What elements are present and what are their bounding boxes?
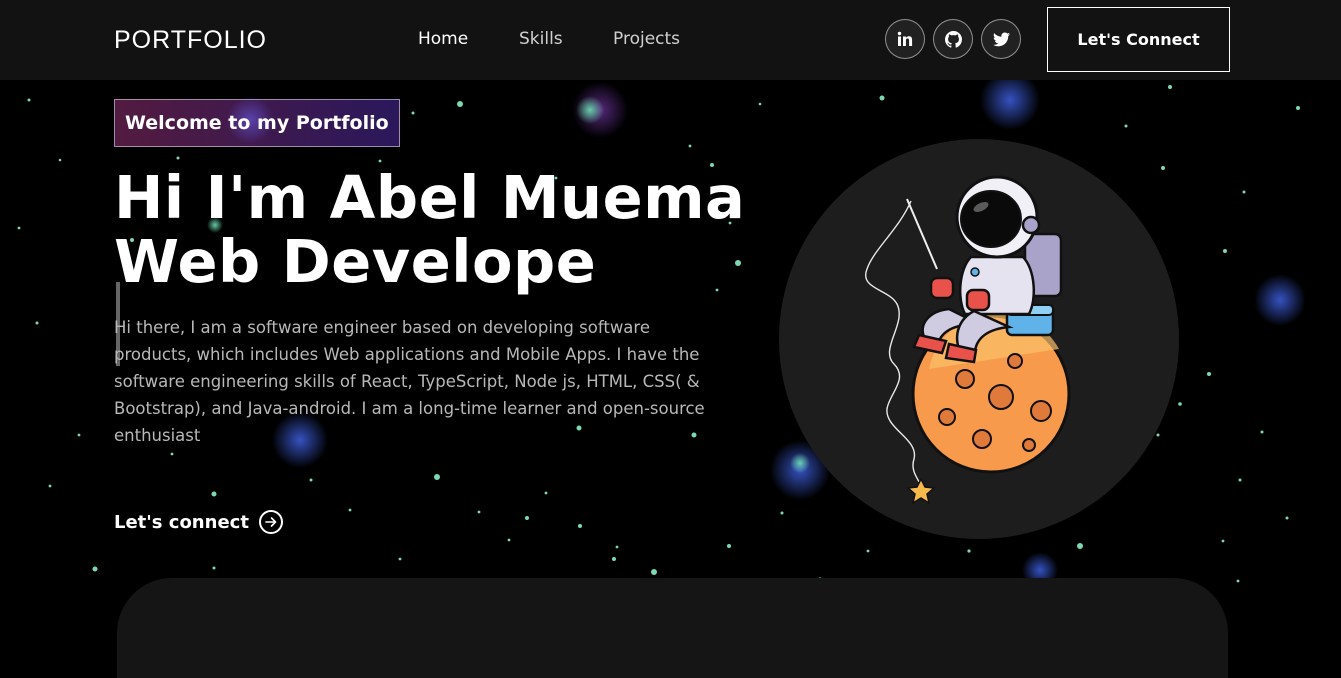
github-link[interactable] — [933, 19, 973, 59]
lets-connect-label: Let's connect — [114, 511, 249, 533]
logo[interactable]: PORTFOLIO — [114, 26, 267, 55]
github-icon — [944, 30, 962, 48]
hero-illustration — [779, 139, 1179, 539]
nav-link-projects[interactable]: Projects — [613, 29, 680, 49]
twitter-icon — [992, 31, 1010, 46]
skills-section-panel — [117, 578, 1228, 678]
welcome-tagline: Welcome to my Portfolio — [114, 99, 400, 147]
hero-description: Hi there, I am a software engineer based… — [114, 318, 705, 445]
astronaut-fishing-on-moon-illustration — [864, 175, 1071, 505]
navbar: PORTFOLIO Home Skills Projects Let's Con… — [0, 0, 1341, 80]
hero-title-line-2: Web Develope — [114, 227, 597, 296]
arrow-right-circle-icon — [258, 510, 283, 534]
twitter-link[interactable] — [981, 19, 1021, 59]
nav-link-skills[interactable]: Skills — [519, 29, 563, 49]
linkedin-link[interactable] — [885, 19, 925, 59]
linkedin-icon — [897, 31, 913, 46]
nav-link-home[interactable]: Home — [418, 29, 468, 49]
lets-connect-link[interactable]: Let's connect — [114, 510, 283, 534]
lets-connect-button[interactable]: Let's Connect — [1047, 7, 1230, 72]
hero-title-line-1: Hi I'm Abel Muema — [114, 163, 746, 232]
